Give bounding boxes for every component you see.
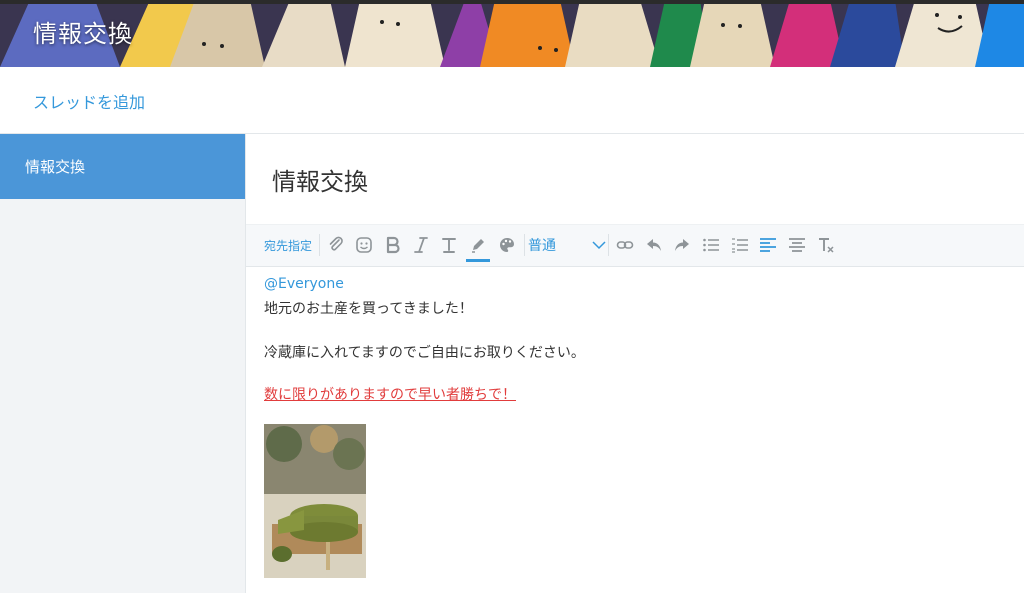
- paragraph-format-value: 普通: [528, 238, 556, 254]
- link-icon[interactable]: [615, 225, 635, 265]
- text-size-icon[interactable]: [439, 225, 459, 265]
- thread-main: 情報交換 宛先指定 普通 @Everyone 地元のお土産を買ってきました！ 冷…: [246, 134, 1024, 593]
- redo-icon[interactable]: [672, 225, 692, 265]
- color-palette-icon[interactable]: [497, 225, 517, 265]
- message-line: 地元のお土産を買ってきました！: [264, 301, 473, 317]
- paragraph-format-select[interactable]: 普通: [528, 225, 606, 265]
- mention-everyone: @Everyone: [264, 276, 344, 292]
- bullet-list-icon[interactable]: [701, 225, 721, 265]
- mention-button[interactable]: 宛先指定: [262, 225, 314, 265]
- sidebar-item-info-exchange[interactable]: 情報交換: [0, 134, 245, 199]
- undo-icon[interactable]: [644, 225, 664, 265]
- highlight-color-bar: [466, 259, 490, 262]
- message-editor[interactable]: @Everyone 地元のお土産を買ってきました！ 冷蔵庫に入れてますのでご自由…: [246, 266, 1024, 593]
- italic-icon[interactable]: [411, 225, 431, 265]
- toolbar-divider: [319, 234, 320, 256]
- toolbar-divider: [524, 234, 525, 256]
- chevron-down-icon: [592, 241, 606, 250]
- thread-sidebar: 情報交換: [0, 134, 246, 593]
- message-line-highlighted: 数に限りがありますので早い者勝ちで！: [264, 387, 516, 403]
- clear-format-icon[interactable]: [816, 225, 836, 265]
- thread-actions-bar: スレッドを追加: [0, 67, 1024, 134]
- numbered-list-icon[interactable]: [730, 225, 750, 265]
- emoji-icon[interactable]: [354, 225, 374, 265]
- matcha-cake-photo[interactable]: [264, 424, 366, 578]
- toolbar-divider: [608, 234, 609, 256]
- editor-toolbar: 宛先指定 普通: [246, 224, 1024, 267]
- align-center-icon[interactable]: [787, 225, 807, 265]
- align-left-icon[interactable]: [758, 225, 778, 265]
- header-banner: 情報交換: [0, 0, 1024, 67]
- attach-icon[interactable]: [326, 225, 346, 265]
- thread-title: 情報交換: [272, 168, 368, 196]
- add-thread-link[interactable]: スレッドを追加: [33, 89, 145, 113]
- message-line: 冷蔵庫に入れてますのでご自由にお取りください。: [264, 345, 585, 361]
- bold-icon[interactable]: [383, 225, 403, 265]
- colored-pencils-banner: [0, 0, 1024, 67]
- app-title: 情報交換: [33, 20, 133, 48]
